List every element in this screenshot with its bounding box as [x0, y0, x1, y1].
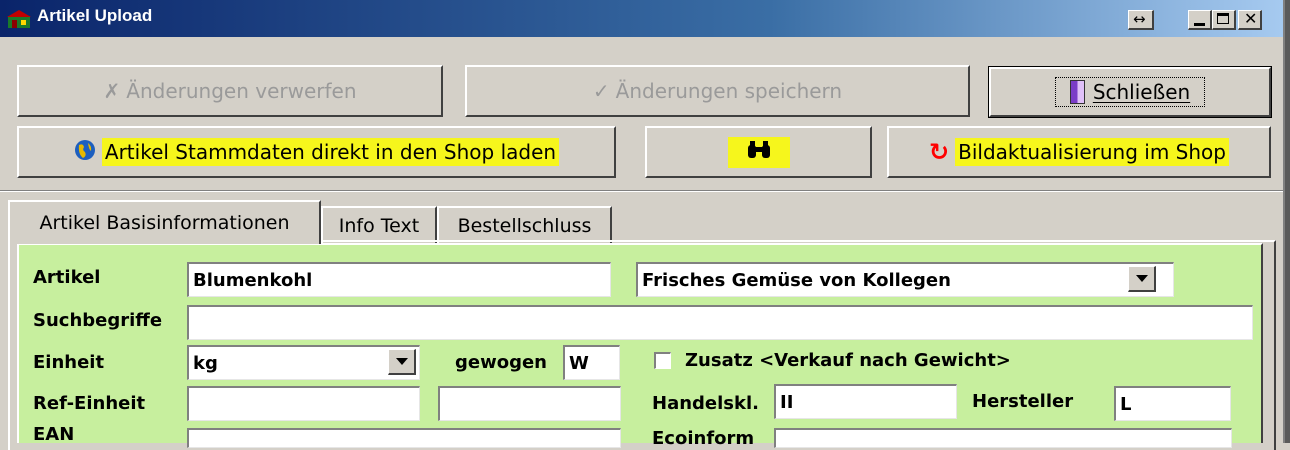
refresh-icon: ↻: [929, 138, 950, 166]
close-button-focus: Schließen: [1054, 77, 1206, 107]
tab-label: Info Text: [338, 214, 420, 237]
close-icon: ✕: [1244, 9, 1258, 28]
einheit-value: kg: [193, 352, 218, 374]
discard-changes-label: Änderungen verwerfen: [126, 79, 357, 103]
toolbar-divider: [0, 190, 1283, 192]
restore-arrows-button[interactable]: ↔: [1128, 10, 1154, 30]
kategorie-value: Frisches Gemüse von Kollegen: [642, 269, 951, 291]
maximize-icon: [1217, 13, 1229, 24]
zusatz-label: Zusatz <Verkauf nach Gewicht>: [685, 350, 1011, 371]
kategorie-dropdown-button[interactable]: [1128, 266, 1156, 292]
einheit-dropdown-button[interactable]: [388, 349, 416, 375]
close-button[interactable]: Schließen: [988, 66, 1272, 118]
globe-icon: [74, 139, 96, 166]
upload-to-shop-button[interactable]: Artikel Stammdaten direkt in den Shop la…: [17, 126, 616, 178]
tab-bestellschluss[interactable]: Bestellschluss: [437, 206, 612, 243]
window-edge-shadow: [1285, 0, 1290, 443]
app-icon: [6, 8, 32, 30]
minimize-button[interactable]: [1188, 10, 1212, 30]
ean-field[interactable]: [187, 428, 621, 448]
resize-arrows-icon: ↔: [1133, 10, 1146, 28]
ref-einheit-factor-field[interactable]: [438, 386, 621, 421]
hersteller-field[interactable]: L: [1114, 386, 1231, 421]
tab-label: Bestellschluss: [457, 214, 592, 237]
discard-changes-button[interactable]: ✗ Änderungen verwerfen: [17, 65, 443, 117]
einheit-select[interactable]: kg: [187, 345, 420, 380]
image-update-button[interactable]: ↻ Bildaktualisierung im Shop: [887, 126, 1271, 178]
suchbegriffe-field[interactable]: [187, 305, 1253, 340]
title-bar: [0, 0, 1283, 37]
hersteller-label: Hersteller: [972, 391, 1074, 412]
ecoinform-field[interactable]: [774, 428, 1232, 448]
discard-x-icon: ✗: [103, 79, 121, 103]
door-icon: [1069, 80, 1085, 104]
binoculars-icon: [727, 136, 790, 168]
chevron-down-icon: [395, 358, 408, 365]
handelskl-field[interactable]: II: [774, 384, 957, 419]
zusatz-checkbox[interactable]: [654, 352, 671, 369]
gewogen-label: gewogen: [455, 352, 547, 373]
image-update-label: Bildaktualisierung im Shop: [955, 138, 1229, 166]
search-binoculars-button[interactable]: [645, 126, 872, 178]
maximize-button[interactable]: [1212, 10, 1236, 30]
checkmark-icon: ✓: [592, 79, 610, 103]
window-title: Artikel Upload: [37, 6, 153, 25]
einheit-label: Einheit: [33, 352, 105, 373]
tab-label: Artikel Basisinformationen: [39, 212, 290, 234]
upload-to-shop-label: Artikel Stammdaten direkt in den Shop la…: [101, 138, 560, 166]
ecoinform-label: Ecoinform: [652, 428, 755, 449]
tab-info-text[interactable]: Info Text: [321, 206, 437, 243]
save-changes-label: Änderungen speichern: [615, 79, 843, 103]
ref-einheit-label: Ref-Einheit: [33, 393, 146, 414]
kategorie-select[interactable]: Frisches Gemüse von Kollegen: [636, 262, 1174, 297]
close-window-button[interactable]: ✕: [1238, 9, 1262, 30]
artikel-field[interactable]: Blumenkohl: [187, 262, 611, 297]
suchbegriffe-label: Suchbegriffe: [33, 310, 163, 331]
close-button-label: Schließen: [1092, 80, 1191, 104]
minimize-icon: [1194, 23, 1205, 26]
handelskl-label: Handelskl.: [652, 393, 759, 414]
ref-einheit-field[interactable]: [187, 386, 420, 421]
artikel-label: Artikel: [33, 267, 101, 288]
ean-label: EAN: [33, 424, 75, 445]
gewogen-field[interactable]: W: [563, 345, 620, 380]
save-changes-button[interactable]: ✓ Änderungen speichern: [465, 65, 970, 117]
tab-artikel-basisinformationen[interactable]: Artikel Basisinformationen: [8, 200, 321, 244]
chevron-down-icon: [1135, 275, 1148, 282]
